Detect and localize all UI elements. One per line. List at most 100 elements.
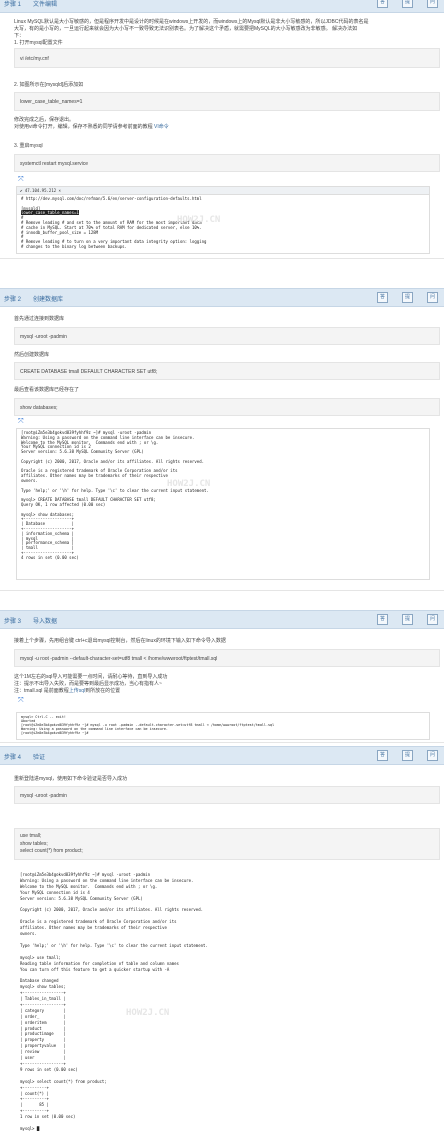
step3-header: 步骤 3 导入数据 答 提 问 — [0, 610, 444, 629]
step2-create-text: 然后创建数据库 — [14, 352, 50, 358]
terminal-line: Database changed — [20, 978, 59, 984]
terminal-line: Query OK, 1 row affected (0.00 sec) — [21, 501, 106, 507]
terminal-line: | property | — [20, 1037, 66, 1043]
terminal-line: Type 'help;' or '\h' for help. Type '\c'… — [20, 942, 208, 948]
step3-note-2: 注：tmall.sql 是前面教程上传sql到所放在的位置 — [14, 688, 121, 694]
terminal-line: 1 row in set (0.00 sec) — [20, 1114, 76, 1120]
terminal-line: Copyright (c) 2000, 2017, Oracle and/or … — [21, 458, 205, 464]
question-icon[interactable]: 问 — [427, 292, 438, 303]
terminal-line: # changes to the binary log between back… — [21, 243, 127, 249]
terminal-line: | category | — [20, 1007, 66, 1013]
screenshot-verify: [root@iZm5e3b4gokvd839fyhhf9z ~]# mysql … — [16, 870, 428, 1132]
answer-icon[interactable]: 答 — [377, 614, 388, 625]
terminal-line: [root@iZm5e3b4gokvd839fyhhf9z ~]# mysql … — [20, 872, 151, 877]
terminal-line: owners. — [20, 931, 37, 937]
watermark: HOW2J.CN — [126, 1008, 170, 1018]
step2-show-text: 最后查看该数据库已经存在了 — [14, 387, 80, 393]
terminal-output: [root@iZm5e3b4gokvd839fyhhf9z ~]# mysql … — [17, 429, 429, 563]
terminal-line: mysql> use tmall; — [20, 954, 61, 960]
step1-vi-note: 对使用vi命令打开，编辑，保存不熟悉的同学请参考前面的教程 VI命令 — [14, 124, 169, 130]
terminal-output: [root@iZm5e3b4gokvd839fyhhf9z ~]# mysql … — [16, 870, 428, 1132]
step4-number: 步骤 4 — [4, 755, 22, 761]
step2-connect-text: 首先通过连接到数据库 — [14, 316, 65, 322]
upload-sql-link[interactable]: 上传sql — [69, 688, 85, 694]
hint-icon[interactable]: 提 — [402, 292, 413, 303]
code-open-config: vi /etc/my.cnf — [14, 48, 440, 68]
step2-title: 创建数据库 — [33, 297, 64, 303]
terminal-tab: ✔ 47.104.95.212 × — [17, 187, 429, 195]
terminal-line: owners. — [21, 477, 38, 483]
step3-wait-text: 这个1M左右的sql导入可能需要一点时间，请耐心等待，直到导入成功 — [14, 674, 168, 680]
terminal-line: | count(*) | — [20, 1090, 49, 1096]
screenshot-create-db: [root@iZm5e3b4gokvd839fyhhf9z ~]# mysql … — [16, 428, 430, 580]
terminal-line: Server version: 5.6.38 MySQL Community S… — [20, 895, 143, 901]
terminal-line: 9 rows in set (0.00 sec) — [20, 1066, 78, 1072]
watermark: HOW2J.CN — [177, 215, 221, 225]
code-line: show tables; — [20, 840, 48, 847]
step3-number: 步骤 3 — [4, 619, 22, 625]
terminal-line: +----------+ — [20, 1084, 49, 1090]
terminal-line: Your MySQL connection id is 4 — [20, 889, 90, 895]
code-mysql-login: mysql -uroot -padmin — [14, 327, 440, 345]
code-line: select count(*) from product; — [20, 848, 83, 854]
step1-intro-line-2: 大写，有的是小写的，一旦运行起来就会因为大小写不一致导致无法识别表名。为了解决这… — [14, 26, 358, 32]
code-restart-mysql: systemctl restart mysql.service — [14, 154, 440, 172]
terminal-line: mysql> select count(*) from product; — [20, 1078, 107, 1084]
expand-icon[interactable]: ⤧ — [18, 418, 25, 425]
answer-icon[interactable]: 答 — [377, 750, 388, 761]
terminal-line: mysql> show tables; — [20, 984, 66, 990]
step2-number: 步骤 2 — [4, 297, 22, 303]
watermark: HOW2J.CN — [167, 479, 211, 489]
hint-icon[interactable]: 提 — [402, 614, 413, 625]
answer-icon[interactable]: 答 — [377, 292, 388, 303]
terminal-line: lower_case_table_names=1 — [21, 210, 79, 216]
step1-title: 文件编辑 — [33, 2, 58, 8]
code-show-databases: show databases; — [14, 398, 440, 416]
answer-icon[interactable]: 答 — [377, 0, 388, 8]
terminal-line: | review | — [20, 1049, 66, 1055]
terminal-line: Welcome to the MySQL monitor. Commands e… — [20, 883, 158, 889]
terminal-line: +-----------------+ — [20, 1001, 66, 1007]
step1-number: 步骤 1 — [4, 2, 22, 8]
terminal-line: | product | — [20, 1025, 66, 1031]
hint-icon[interactable]: 提 — [402, 750, 413, 761]
step1-restart-title: 3. 重启mysql — [14, 143, 43, 149]
terminal-line: 4 rows in set (0.00 sec) — [21, 554, 79, 560]
terminal-line: +-----------------+ — [20, 1061, 66, 1066]
question-icon[interactable]: 问 — [427, 0, 438, 8]
cursor: █ — [36, 1125, 40, 1131]
terminal-line: Oracle is a registered trademark of Orac… — [20, 919, 177, 925]
terminal-line: Copyright (c) 2000, 2017, Oracle and/or … — [20, 907, 204, 913]
terminal-line: # innodb_buffer_pool_size = 128M — [21, 229, 99, 235]
terminal-line: | 85 | — [20, 1102, 49, 1108]
terminal-line: | orderitem | — [20, 1019, 66, 1025]
terminal-line: | productimage | — [20, 1031, 66, 1037]
terminal-line: | Tables_in_tmall | — [20, 996, 66, 1002]
step4-title: 验证 — [33, 755, 46, 761]
step4-verify-text: 重新登陆进mysql，使用如下命令验证是否导入成功 — [14, 776, 128, 782]
step3-note-1: 注：提示不出导入失败，而是要等到最后显示成功，当心有指有人~ — [14, 681, 162, 687]
expand-icon[interactable]: ⤧ — [18, 697, 25, 704]
question-icon[interactable]: 问 — [427, 750, 438, 761]
screenshot-my-cnf: ✔ 47.104.95.212 × # http://dev.mysql.com… — [16, 186, 430, 254]
terminal-line: | order_ | — [20, 1013, 66, 1019]
vi-command-link[interactable]: VI命令 — [154, 124, 169, 130]
step1-header: 步骤 1 文件编辑 答 提 问 — [0, 0, 444, 13]
expand-icon[interactable]: ⤧ — [18, 176, 25, 183]
step4-header: 步骤 4 验证 答 提 问 — [0, 746, 444, 765]
terminal-output: mysql> Ctrl-C -- exit! Aborted [root@iZm… — [17, 713, 429, 737]
step2-header: 步骤 2 创建数据库 答 提 问 — [0, 288, 444, 307]
step1-intro-line-1: Linux MySQL默认是大小写敏感的，但是程序开发中是设计的时候是在wind… — [14, 19, 369, 25]
question-icon[interactable]: 问 — [427, 614, 438, 625]
terminal-line: | user | — [20, 1055, 66, 1061]
terminal-line: +-----------------+ — [20, 990, 66, 996]
step1-save-note: 修改完成之后，保存退出。 — [14, 117, 75, 123]
code-mysql-login: mysql -uroot -padmin — [14, 786, 440, 804]
step3-exit-text: 接着上个步骤，先用组合键 ctrl+c退出mysql控制台，然后在linux的环… — [14, 638, 226, 644]
code-line: use tmall; — [20, 833, 42, 839]
step1-intro-line-4: 1. 打开mysql配置文件 — [14, 40, 63, 46]
hint-icon[interactable]: 提 — [402, 0, 413, 8]
terminal-line: +----------+ — [20, 1108, 49, 1114]
terminal-line: mysql> █ — [20, 1125, 40, 1131]
terminal-line: +----------+ — [20, 1096, 49, 1102]
